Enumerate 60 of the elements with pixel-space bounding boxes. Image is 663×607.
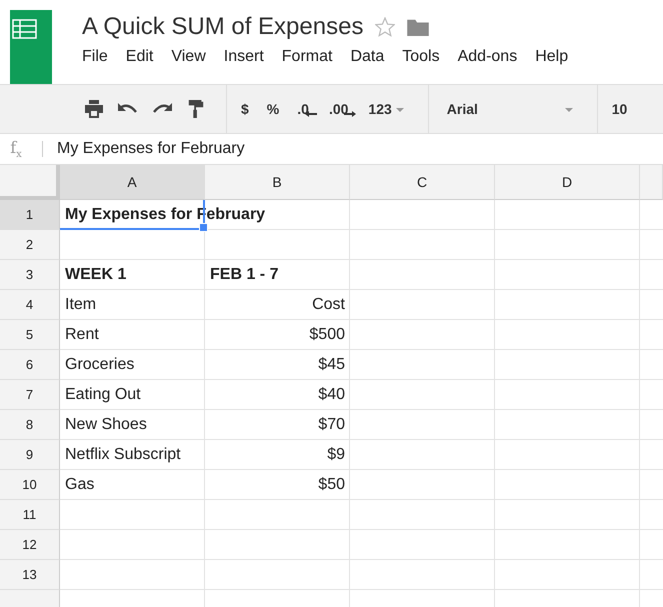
format-dropdown[interactable]: 123 (368, 101, 404, 117)
menu-item[interactable]: Add-ons (458, 48, 536, 66)
formula-input[interactable]: My Expenses for February (57, 140, 245, 158)
increase-decimals-button[interactable]: .00 (328, 101, 356, 117)
folder-icon[interactable] (407, 18, 430, 36)
menu-item[interactable]: Tools (402, 48, 458, 66)
column-header[interactable]: B (205, 165, 350, 200)
decrease-decimals-button[interactable]: .0 (297, 101, 317, 117)
row-header[interactable]: 4 (0, 290, 60, 320)
caret-icon (564, 108, 573, 112)
table-cell: $500 (309, 326, 345, 344)
toolbar-button[interactable]: $ (241, 101, 249, 117)
table-cell: WEEK 1 (65, 266, 126, 284)
table-cell: $40 (318, 386, 345, 404)
table-cell: $50 (318, 476, 345, 494)
table-cell: Cost (312, 296, 345, 314)
row-header[interactable]: 6 (0, 350, 60, 380)
table-cell: Netflix Subscript (65, 446, 181, 464)
function-label: f$_{x}$ (9, 138, 23, 160)
row-header[interactable]: 5 (0, 320, 60, 350)
paint-roller-icon[interactable] (186, 100, 206, 118)
column-header[interactable]: A (60, 165, 205, 200)
table-cell: Groceries (65, 356, 134, 374)
column-header[interactable]: C (350, 165, 495, 200)
row-header[interactable]: 13 (0, 560, 60, 590)
row-header[interactable]: 1 (0, 200, 60, 230)
star-icon[interactable] (375, 17, 396, 37)
menu-item[interactable]: Format (282, 48, 350, 66)
row-header[interactable]: 7 (0, 380, 60, 410)
row-header[interactable]: 8 (0, 410, 60, 440)
menu-item[interactable]: Insert (224, 48, 282, 66)
table-cell: $45 (318, 356, 345, 374)
column-header[interactable]: D (495, 165, 640, 200)
spreadsheet-logo[interactable] (10, 10, 52, 84)
table-cell: Item (65, 296, 96, 314)
toolbar-button[interactable]: % (266, 101, 280, 117)
row-header[interactable]: 12 (0, 530, 60, 560)
print-icon[interactable] (84, 100, 104, 118)
row-header[interactable]: 11 (0, 500, 60, 530)
table-cell: $9 (327, 446, 345, 464)
fill-handle[interactable] (199, 223, 208, 232)
row-header[interactable]: 10 (0, 470, 60, 500)
table-cell: New Shoes (65, 416, 147, 434)
toolbar-button[interactable]: 10 (612, 101, 628, 117)
row-header[interactable]: 3 (0, 260, 60, 290)
menu-item[interactable]: View (171, 48, 224, 66)
table-cell: $70 (318, 416, 345, 434)
table-cell: Eating Out (65, 386, 141, 404)
row-header[interactable]: 2 (0, 230, 60, 260)
menu-item[interactable]: Data (350, 48, 402, 66)
row-header[interactable]: 9 (0, 440, 60, 470)
table-cell: Rent (65, 326, 99, 344)
menu-item[interactable]: Edit (126, 48, 172, 66)
menu-item[interactable]: File (82, 48, 126, 66)
table-cell: Gas (65, 476, 94, 494)
font-dropdown[interactable]: Arial (446, 101, 573, 117)
caret-icon (396, 108, 404, 112)
table-cell: FEB 1 - 7 (210, 266, 278, 284)
menu-item[interactable]: Help (535, 48, 586, 66)
document-title[interactable]: A Quick SUM of Expenses (82, 13, 364, 41)
